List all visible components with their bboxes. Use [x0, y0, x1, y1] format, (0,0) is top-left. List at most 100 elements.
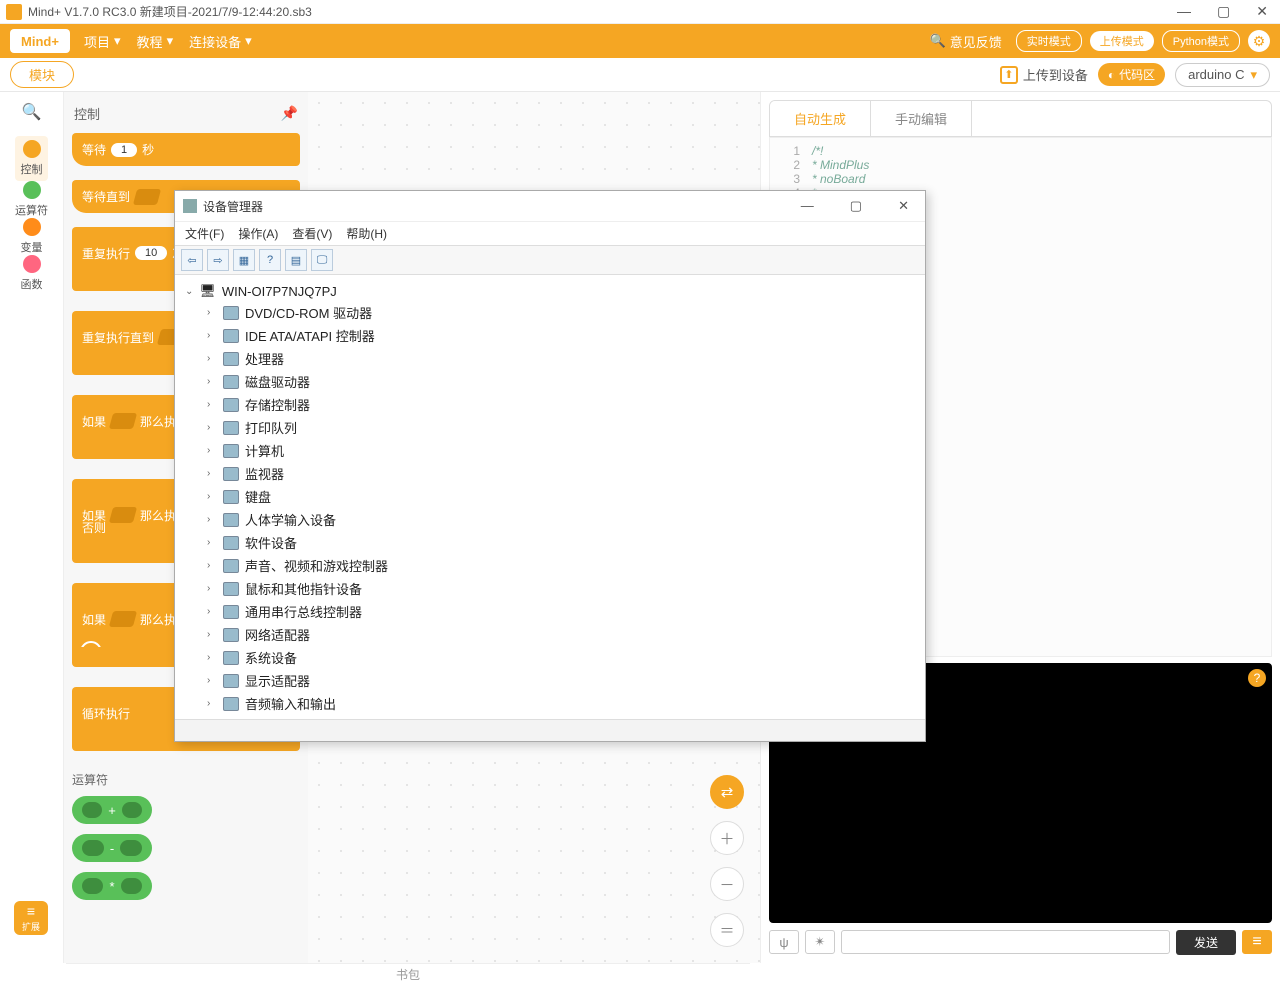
- dm-tool-button[interactable]: ▦: [233, 249, 255, 271]
- block-wait[interactable]: 等待 1 秒: [72, 133, 300, 166]
- feedback-link[interactable]: 🔍意见反馈: [930, 32, 1002, 51]
- dm-menu-item[interactable]: 查看(V): [292, 225, 332, 242]
- dm-tree-node[interactable]: ›系统设备: [179, 646, 921, 669]
- dm-device-tree[interactable]: ⌄ 🖥 WIN-OI7P7NJQ7PJ ›DVD/CD-ROM 驱动器›IDE …: [175, 275, 925, 719]
- category-变量[interactable]: 变量: [15, 218, 48, 255]
- chevron-right-icon[interactable]: ›: [207, 652, 217, 663]
- dm-tree-node[interactable]: ›打印队列: [179, 416, 921, 439]
- clear-console-button[interactable]: ✴: [805, 930, 835, 954]
- language-dropdown[interactable]: arduino C▾: [1175, 63, 1270, 87]
- dm-tree-node[interactable]: ›通用串行总线控制器: [179, 600, 921, 623]
- dm-tree-node[interactable]: ›声音、视频和游戏控制器: [179, 554, 921, 577]
- dm-titlebar[interactable]: 设备管理器 — ▢ ✕: [175, 191, 925, 221]
- palette-header: 控制: [74, 104, 100, 123]
- chevron-right-icon[interactable]: ›: [207, 399, 217, 410]
- plus-icon[interactable]: +: [80, 641, 102, 663]
- chevron-right-icon[interactable]: ›: [207, 629, 217, 640]
- block-op-add[interactable]: +: [72, 796, 152, 824]
- chevron-right-icon[interactable]: ›: [207, 422, 217, 433]
- mode-realtime[interactable]: 实时模式: [1016, 30, 1082, 52]
- tab-auto-generate[interactable]: 自动生成: [770, 101, 871, 136]
- chevron-right-icon[interactable]: ›: [207, 514, 217, 525]
- category-函数[interactable]: 函数: [15, 255, 48, 292]
- chevron-right-icon[interactable]: ›: [207, 330, 217, 341]
- block-op-mul[interactable]: *: [72, 872, 152, 900]
- device-category-icon: [223, 697, 239, 711]
- chevron-down-icon[interactable]: ⌄: [185, 286, 193, 297]
- menu-connect-device[interactable]: 连接设备▾: [189, 32, 252, 51]
- zoom-out-button[interactable]: －: [710, 867, 744, 901]
- device-category-icon: [223, 398, 239, 412]
- usb-icon[interactable]: ψ: [769, 930, 799, 954]
- zoom-in-button[interactable]: ＋: [710, 821, 744, 855]
- dm-tool-button[interactable]: ⇨: [207, 249, 229, 271]
- chevron-right-icon[interactable]: ›: [207, 583, 217, 594]
- maximize-button[interactable]: ▢: [1217, 3, 1230, 20]
- tab-manual-edit[interactable]: 手动编辑: [871, 101, 972, 136]
- dm-root-node[interactable]: ⌄ 🖥 WIN-OI7P7NJQ7PJ: [179, 281, 921, 301]
- chevron-right-icon[interactable]: ›: [207, 353, 217, 364]
- dm-tree-node[interactable]: ›人体学输入设备: [179, 508, 921, 531]
- app-menubar: Mind+ 项目▾ 教程▾ 连接设备▾ 🔍意见反馈 实时模式 上传模式 Pyth…: [0, 24, 1280, 58]
- chevron-right-icon[interactable]: ›: [207, 376, 217, 387]
- close-button[interactable]: ✕: [1256, 3, 1268, 20]
- category-panel: 🔍 控制运算符变量函数: [0, 92, 64, 963]
- dm-tree-node[interactable]: ›网络适配器: [179, 623, 921, 646]
- chevron-right-icon[interactable]: ›: [207, 445, 217, 456]
- dm-tree-node[interactable]: ›磁盘驱动器: [179, 370, 921, 393]
- dm-tree-node[interactable]: ›存储控制器: [179, 393, 921, 416]
- palette-search[interactable]: 🔍: [22, 102, 42, 122]
- dm-tool-button[interactable]: ⇦: [181, 249, 203, 271]
- dm-tree-node[interactable]: ›键盘: [179, 485, 921, 508]
- minimize-button[interactable]: —: [1177, 3, 1191, 20]
- pin-icon[interactable]: 📌: [281, 105, 298, 122]
- dm-tree-node[interactable]: ›处理器: [179, 347, 921, 370]
- menu-tutorial[interactable]: 教程▾: [137, 32, 174, 51]
- console-help-icon[interactable]: ?: [1248, 669, 1266, 687]
- chevron-right-icon[interactable]: ›: [207, 698, 217, 709]
- dm-maximize-button[interactable]: ▢: [842, 196, 870, 216]
- dm-menu-item[interactable]: 帮助(H): [346, 225, 387, 242]
- chevron-right-icon[interactable]: ›: [207, 307, 217, 318]
- zoom-reset-button[interactable]: ＝: [710, 913, 744, 947]
- dm-tree-node[interactable]: ›DVD/CD-ROM 驱动器: [179, 301, 921, 324]
- console-menu-button[interactable]: ≡: [1242, 930, 1272, 954]
- code-area-toggle[interactable]: ◐代码区: [1098, 63, 1165, 86]
- chevron-right-icon[interactable]: ›: [207, 468, 217, 479]
- upload-to-device-button[interactable]: ⬆上传到设备: [1000, 65, 1088, 84]
- dm-tree-node[interactable]: ›音频输入和输出: [179, 692, 921, 715]
- dm-minimize-button[interactable]: —: [793, 196, 822, 216]
- dm-tree-node[interactable]: ›IDE ATA/ATAPI 控制器: [179, 324, 921, 347]
- chevron-right-icon[interactable]: ›: [207, 560, 217, 571]
- extensions-button[interactable]: ≡扩展: [14, 901, 48, 935]
- console-input[interactable]: [841, 930, 1170, 954]
- dm-tree-node[interactable]: ›鼠标和其他指针设备: [179, 577, 921, 600]
- dm-tool-button[interactable]: ▤: [285, 249, 307, 271]
- chevron-right-icon[interactable]: ›: [207, 606, 217, 617]
- dm-tree-node[interactable]: ›显示适配器: [179, 669, 921, 692]
- bottom-bag-strip[interactable]: 书包: [66, 963, 750, 985]
- dm-menu-item[interactable]: 文件(F): [185, 225, 224, 242]
- dm-close-button[interactable]: ✕: [890, 196, 917, 216]
- app-logo: Mind+: [10, 29, 70, 53]
- dm-tool-button[interactable]: ?: [259, 249, 281, 271]
- dm-tree-node[interactable]: ›监视器: [179, 462, 921, 485]
- tab-blocks[interactable]: 模块: [10, 61, 74, 88]
- chevron-right-icon[interactable]: ›: [207, 537, 217, 548]
- dm-tool-button[interactable]: 🖵: [311, 249, 333, 271]
- settings-button[interactable]: ⚙: [1248, 30, 1270, 52]
- canvas-snap-button[interactable]: ⇄: [710, 775, 744, 809]
- dm-tree-node[interactable]: ›软件设备: [179, 531, 921, 554]
- menu-project[interactable]: 项目▾: [84, 32, 121, 51]
- category-运算符[interactable]: 运算符: [15, 181, 48, 218]
- dm-tree-node[interactable]: ›计算机: [179, 439, 921, 462]
- mode-python[interactable]: Python模式: [1162, 30, 1240, 52]
- chevron-right-icon[interactable]: ›: [207, 491, 217, 502]
- send-button[interactable]: 发送: [1176, 930, 1236, 955]
- chevron-right-icon[interactable]: ›: [207, 675, 217, 686]
- mode-upload[interactable]: 上传模式: [1090, 31, 1154, 51]
- block-op-sub[interactable]: -: [72, 834, 152, 862]
- device-category-icon: [223, 421, 239, 435]
- category-控制[interactable]: 控制: [15, 136, 48, 181]
- dm-menu-item[interactable]: 操作(A): [238, 225, 278, 242]
